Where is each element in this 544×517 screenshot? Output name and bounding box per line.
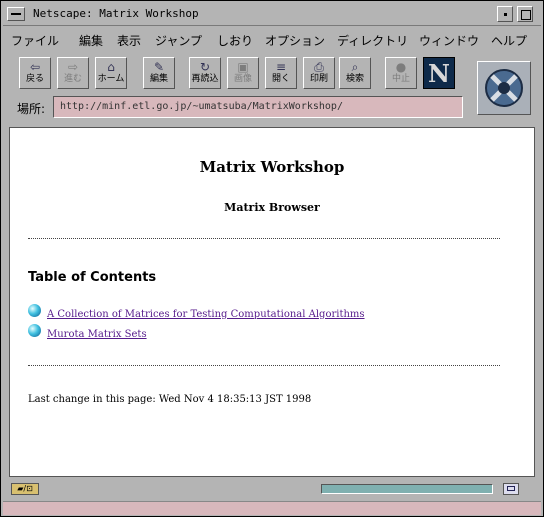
forward-icon: ⇨	[67, 60, 79, 74]
images-icon: ▣	[237, 60, 249, 74]
back-button[interactable]: ⇦ 戻る	[19, 57, 51, 89]
edit-button[interactable]: ✎ 編集	[143, 57, 175, 89]
back-icon: ⇦	[29, 60, 41, 74]
divider	[28, 365, 500, 366]
forward-button[interactable]: ⇨ 進む	[57, 57, 89, 89]
netscape-n-logo[interactable]: N	[423, 57, 455, 89]
toolbar: ⇦ 戻る ⇨ 進む ⌂ ホーム ✎ 編集 ↻ 再読込 ▣ 画像 ≡ 開く ⎙ 印	[3, 51, 541, 121]
last-change-text: Last change in this page: Wed Nov 4 18:3…	[28, 394, 312, 405]
home-button[interactable]: ⌂ ホーム	[95, 57, 127, 89]
toc-heading: Table of Contents	[28, 270, 157, 285]
status-bar: ▰/⊡	[3, 479, 541, 499]
title-bar: Netscape: Matrix Workshop	[3, 3, 541, 26]
reload-icon: ↻	[199, 60, 211, 74]
window-title: Netscape: Matrix Workshop	[33, 7, 199, 20]
edit-icon: ✎	[153, 60, 165, 74]
stop-button[interactable]: ● 中止	[385, 57, 417, 89]
images-button[interactable]: ▣ 画像	[227, 57, 259, 89]
open-icon: ≡	[275, 60, 287, 74]
stop-icon: ●	[395, 60, 407, 74]
print-button[interactable]: ⎙ 印刷	[303, 57, 335, 89]
security-icon[interactable]: ▰/⊡	[11, 483, 39, 495]
menu-file[interactable]: ファイル	[11, 32, 59, 49]
menu-options[interactable]: オプション	[265, 32, 325, 49]
bottom-strip	[3, 501, 541, 515]
menu-bar: ファイル 編集 表示 ジャンプ しおり オプション ディレクトリ ウィンドウ ヘ…	[3, 27, 541, 51]
location-input[interactable]: http://minf.etl.go.jp/~umatsuba/MatrixWo…	[53, 96, 463, 118]
progress-bar	[321, 484, 493, 494]
divider	[28, 238, 500, 239]
open-button[interactable]: ≡ 開く	[265, 57, 297, 89]
page-title: Matrix Workshop	[199, 158, 345, 176]
reload-button[interactable]: ↻ 再読込	[189, 57, 221, 89]
menu-edit[interactable]: 編集	[79, 32, 103, 49]
mail-icon[interactable]	[503, 483, 519, 495]
location-label: 場所:	[17, 102, 46, 116]
find-icon: ⌕	[351, 60, 359, 74]
home-icon: ⌂	[107, 60, 115, 74]
menu-bookmarks[interactable]: しおり	[217, 32, 253, 49]
menu-directory[interactable]: ディレクトリ	[337, 32, 408, 49]
netscape-throbber-icon[interactable]	[477, 61, 531, 115]
print-icon: ⎙	[314, 60, 324, 74]
window-menu-button[interactable]	[7, 7, 25, 21]
page-subtitle: Matrix Browser	[224, 201, 320, 214]
menu-go[interactable]: ジャンプ	[155, 32, 202, 49]
page-content: Matrix Workshop Matrix Browser Table of …	[9, 127, 535, 477]
find-button[interactable]: ⌕ 検索	[339, 57, 371, 89]
bullet-ball-icon	[28, 304, 41, 317]
menu-window[interactable]: ウィンドウ	[419, 32, 479, 49]
maximize-button[interactable]	[517, 6, 533, 22]
minimize-button[interactable]	[497, 6, 513, 22]
bullet-ball-icon	[28, 324, 41, 337]
menu-help[interactable]: ヘルプ	[491, 32, 527, 49]
link-murota-matrix-sets[interactable]: Murota Matrix Sets	[47, 329, 147, 340]
browser-window: Netscape: Matrix Workshop ファイル 編集 表示 ジャン…	[0, 0, 544, 517]
link-matrix-collection[interactable]: A Collection of Matrices for Testing Com…	[47, 309, 365, 320]
menu-view[interactable]: 表示	[117, 32, 141, 49]
